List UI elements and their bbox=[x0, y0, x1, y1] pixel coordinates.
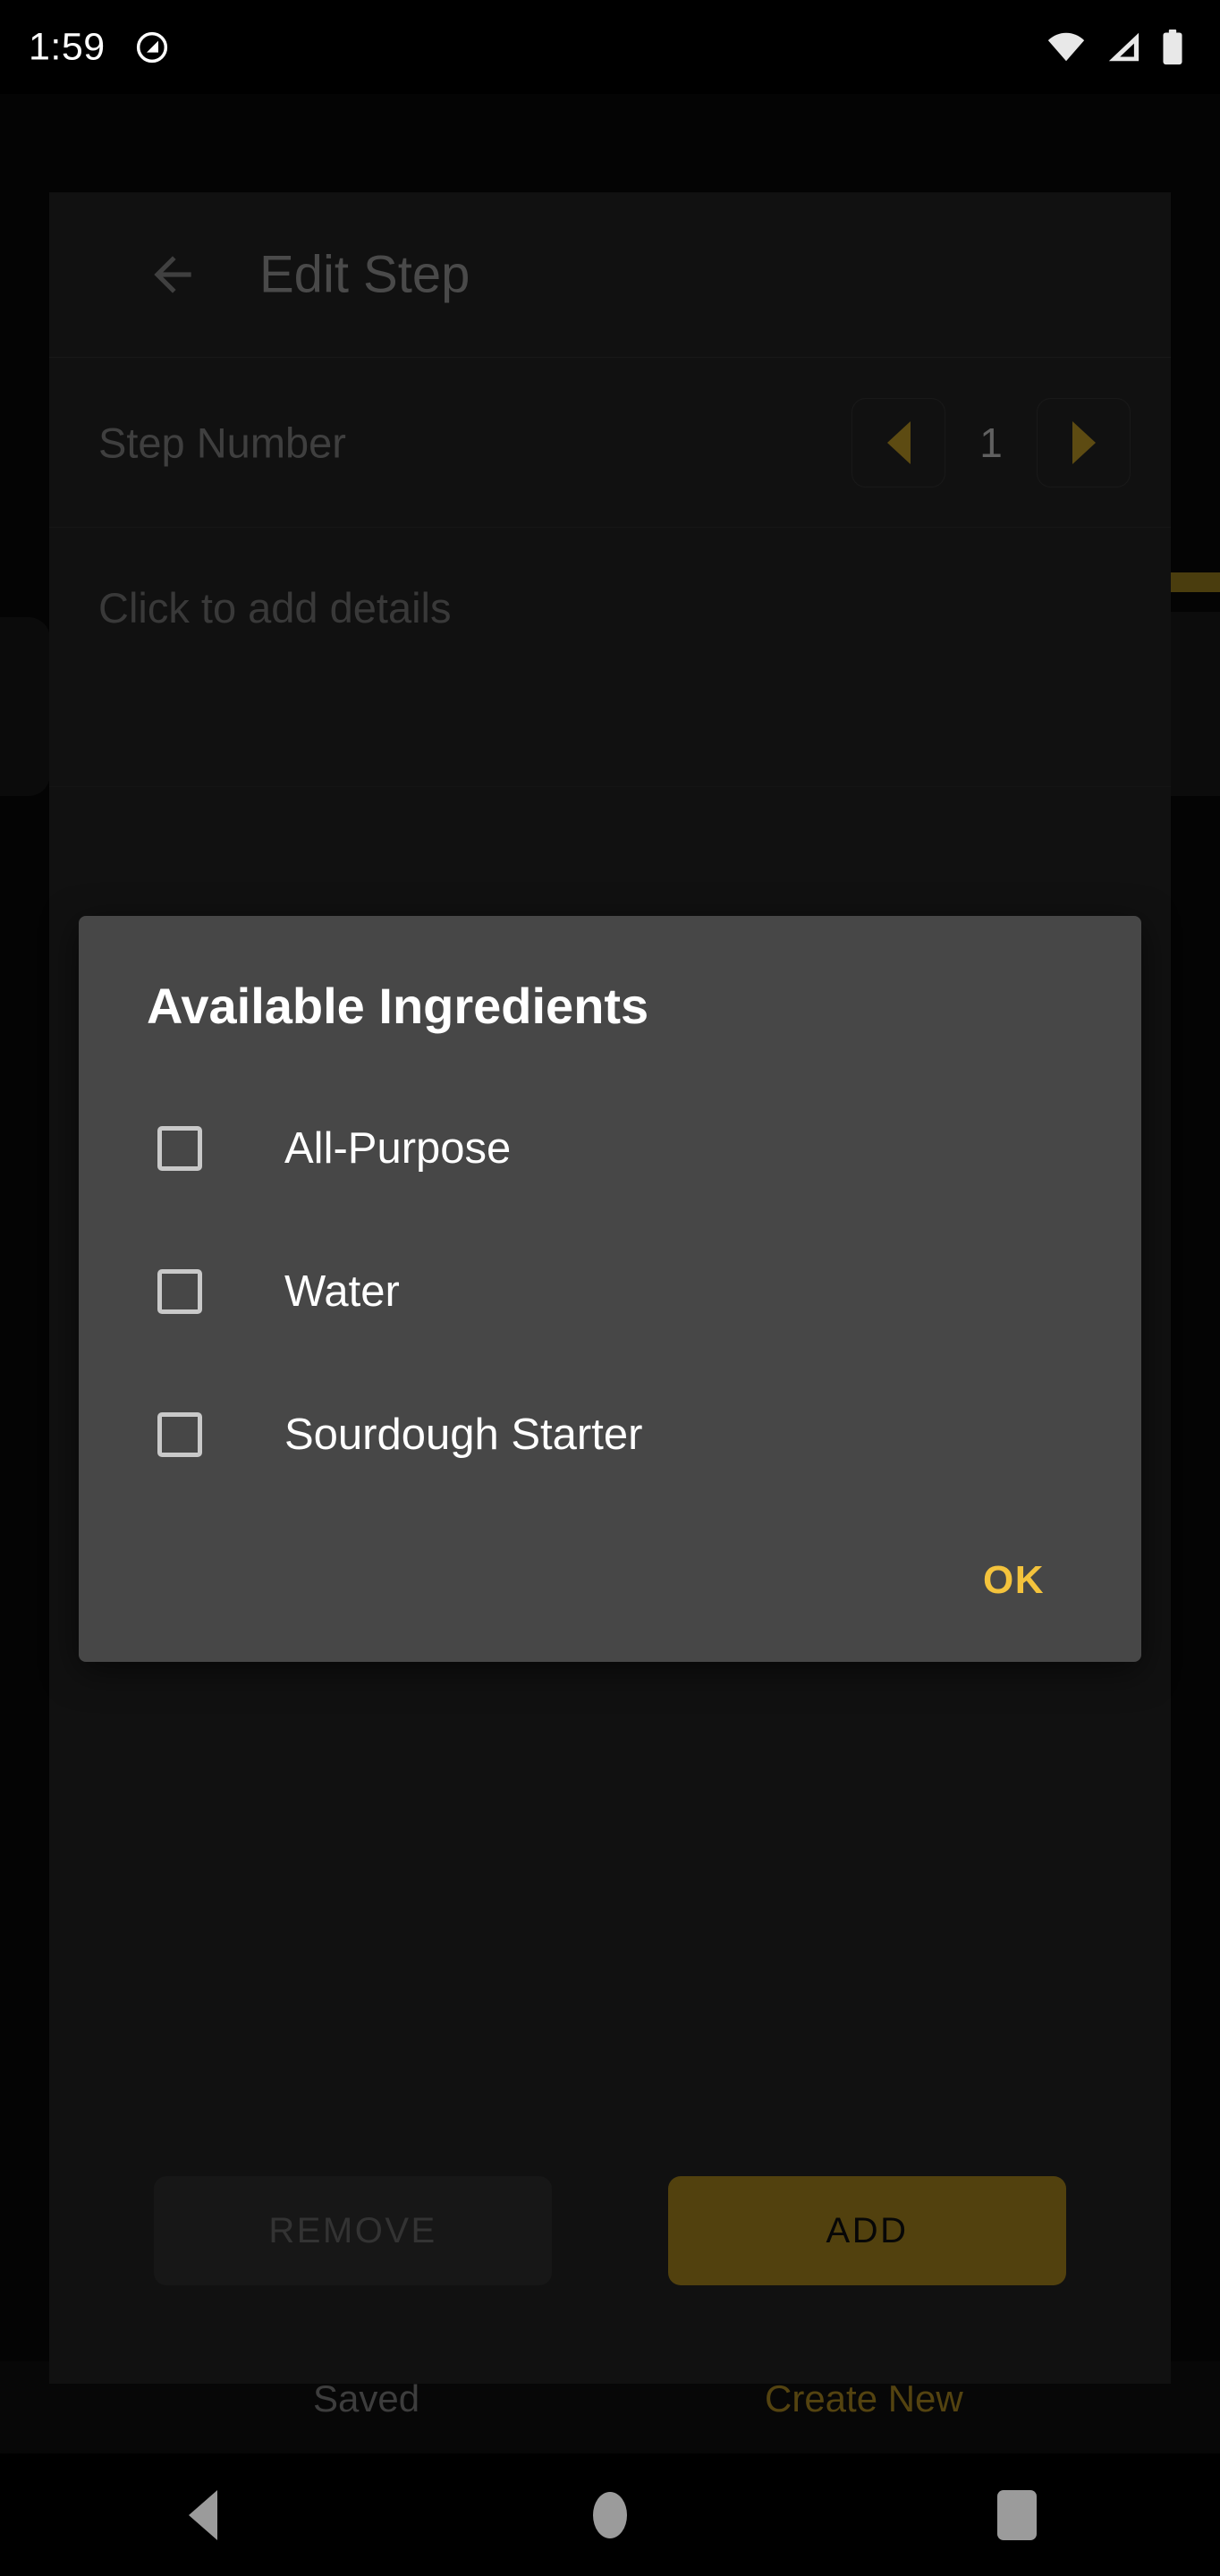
list-item[interactable]: Water bbox=[79, 1220, 1141, 1363]
nav-recents-icon bbox=[996, 2489, 1037, 2540]
available-ingredients-dialog: Available Ingredients All-Purpose Water … bbox=[79, 916, 1141, 1662]
list-item-label: All-Purpose bbox=[284, 1124, 512, 1173]
list-item[interactable]: Sourdough Starter bbox=[79, 1363, 1141, 1506]
nav-recents-button[interactable] bbox=[950, 2453, 1084, 2576]
nav-back-button[interactable] bbox=[136, 2453, 270, 2576]
status-bar-clock: 1:59 bbox=[29, 25, 106, 68]
list-item-label: Water bbox=[284, 1267, 400, 1316]
android-navigation-bar bbox=[0, 2453, 1220, 2576]
ingredient-checkbox-list: All-Purpose Water Sourdough Starter bbox=[79, 1077, 1141, 1506]
cellular-signal-icon bbox=[1108, 32, 1140, 61]
status-bar: 1:59 bbox=[0, 0, 1220, 94]
dialog-ok-button[interactable]: OK bbox=[965, 1546, 1063, 1615]
checkbox-icon[interactable] bbox=[157, 1412, 202, 1457]
checkbox-icon[interactable] bbox=[157, 1269, 202, 1314]
nav-home-button[interactable] bbox=[543, 2453, 677, 2576]
battery-icon bbox=[1163, 29, 1182, 64]
list-item-label: Sourdough Starter bbox=[284, 1411, 643, 1459]
phone-screen: Saved Create New Edit Step Step Number 1 bbox=[0, 0, 1220, 2576]
wifi-icon bbox=[1047, 32, 1085, 61]
nav-home-icon bbox=[592, 2491, 627, 2538]
dialog-title: Available Ingredients bbox=[147, 978, 649, 1034]
nav-back-icon bbox=[189, 2489, 218, 2540]
status-bar-icons bbox=[1046, 29, 1184, 65]
checkbox-icon[interactable] bbox=[157, 1126, 202, 1171]
do-not-disturb-icon bbox=[134, 30, 170, 65]
list-item[interactable]: All-Purpose bbox=[79, 1077, 1141, 1220]
